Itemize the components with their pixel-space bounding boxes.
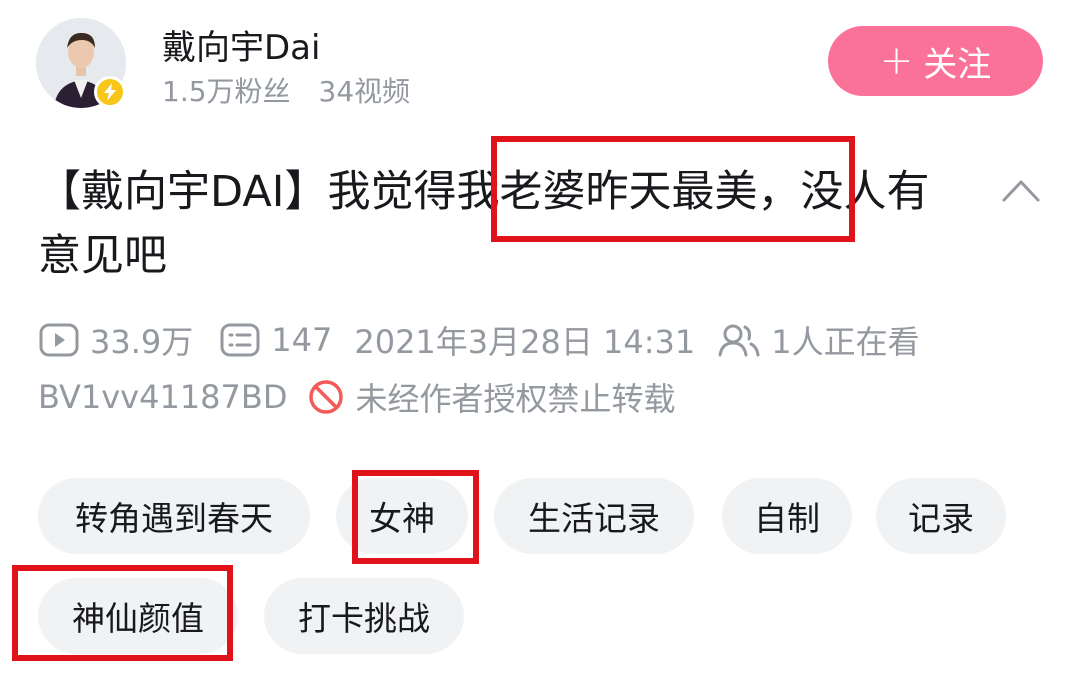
uploader-name[interactable]: 戴向宇Dai <box>162 20 320 69</box>
tag-chip[interactable]: 自制 <box>722 478 852 554</box>
tag-chip[interactable]: 生活记录 <box>494 478 694 554</box>
follow-button[interactable]: + 关注 <box>828 26 1043 96</box>
follower-count: 1.5万粉丝 <box>162 75 291 108</box>
tag-chip[interactable]: 记录 <box>876 478 1006 554</box>
uploader-stats: 1.5万粉丝 34视频 <box>162 70 410 110</box>
publish-time: 2021年3月28日 14:31 <box>354 323 696 361</box>
play-icon <box>39 323 79 357</box>
verified-badge-icon <box>94 76 126 108</box>
repost-notice: 未经作者授权禁止转载 <box>307 374 676 420</box>
tag-chip[interactable]: 转角遇到春天 <box>38 478 310 554</box>
tag-chip[interactable]: 打卡挑战 <box>264 578 464 654</box>
avatar[interactable] <box>36 18 126 108</box>
video-meta-row: 33.9万 147 2021年3月28日 14:31 1人正在看 <box>38 315 920 365</box>
video-count: 34视频 <box>318 75 411 108</box>
view-count: 33.9万 <box>38 317 193 363</box>
comment-count: 147 <box>219 321 332 359</box>
comment-icon <box>220 323 260 357</box>
highlight-box <box>352 470 479 564</box>
follow-button-label: 关注 <box>923 44 992 85</box>
video-id-row: BV1vv41187BD 未经作者授权禁止转载 <box>38 372 676 422</box>
chevron-up-icon[interactable] <box>998 172 1044 208</box>
viewers-icon <box>718 324 760 357</box>
no-repost-icon <box>309 380 344 414</box>
watching-now: 1人正在看 <box>717 317 920 363</box>
highlight-box <box>491 136 855 242</box>
plus-icon: + <box>879 38 914 84</box>
highlight-box <box>12 565 233 661</box>
bvid[interactable]: BV1vv41187BD <box>38 378 287 416</box>
